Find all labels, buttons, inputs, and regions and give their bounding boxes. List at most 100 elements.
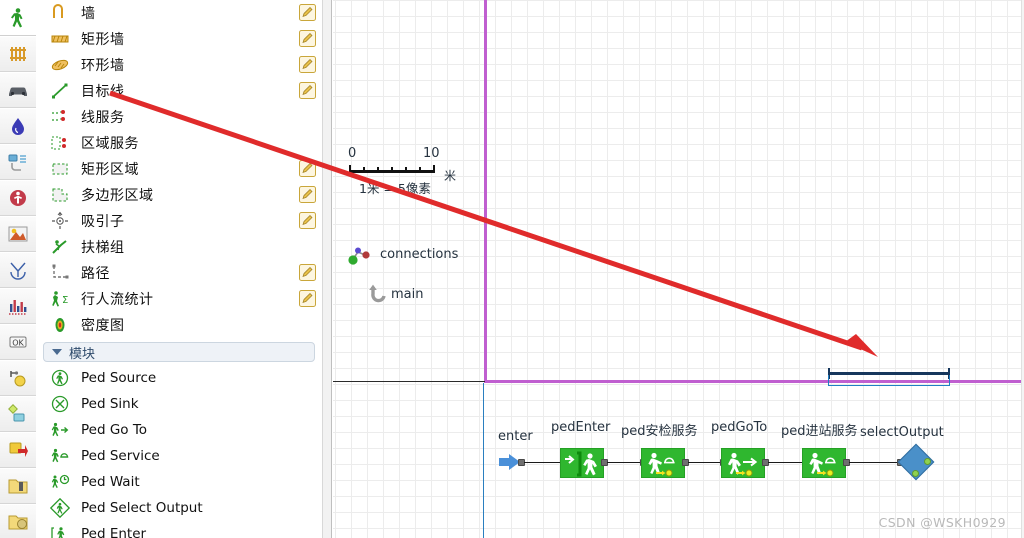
ped-service-node-icon <box>809 452 836 477</box>
edit-pencil-icon[interactable] <box>299 264 316 281</box>
ped-service-node-icon <box>648 452 675 477</box>
palette-item-label: 目标线 <box>81 84 125 100</box>
palette-item-ped-wait[interactable]: Ped Wait <box>36 469 322 495</box>
model-canvas[interactable]: 0 10 米 1米 = 5像素 connections main enter p… <box>333 0 1024 538</box>
palette-item-label: 矩形区域 <box>81 162 139 178</box>
toolbar-item-data[interactable] <box>0 396 36 432</box>
panel-splitter[interactable] <box>322 0 332 538</box>
palette-item-label: 墙 <box>81 6 96 22</box>
flow-port-out-2[interactable] <box>912 470 919 477</box>
target-line-icon <box>50 81 72 101</box>
toolbar-item-pedestrian[interactable] <box>0 0 36 36</box>
edit-pencil-icon[interactable] <box>299 30 316 47</box>
palette-item-wall[interactable]: 墙 <box>36 0 322 26</box>
ped-sink-icon <box>50 394 72 414</box>
toolbar-item-controls[interactable]: OK <box>0 324 36 360</box>
palette-item-label: Ped Source <box>81 370 157 386</box>
palette-item-polygon-area[interactable]: 多边形区域 <box>36 182 322 208</box>
wall-icon <box>50 3 72 23</box>
presentation-icon <box>8 226 28 242</box>
svg-text:Σ: Σ <box>62 295 68 306</box>
palette-item-path[interactable]: 路径 <box>36 260 322 286</box>
flow-port-out-1[interactable] <box>924 458 931 465</box>
palette-item-label: Ped Service <box>81 448 160 464</box>
palette-item-line-service[interactable]: 线服务 <box>36 104 322 130</box>
palette-item-ped-sink[interactable]: Ped Sink <box>36 391 322 417</box>
ped-go-to-icon <box>50 420 72 440</box>
palette-item-ring-wall[interactable]: 环形墙 <box>36 52 322 78</box>
target-line-segment[interactable] <box>828 385 950 386</box>
rect-wall-icon <box>50 29 72 49</box>
palette-item-ped-source[interactable]: Ped Source <box>36 365 322 391</box>
palette-item-attractor[interactable]: 吸引子 <box>36 208 322 234</box>
rect-area-icon <box>50 159 72 179</box>
escalator-group-icon <box>50 237 72 257</box>
palette-item-rect-wall[interactable]: 矩形墙 <box>36 26 322 52</box>
edit-pencil-icon[interactable] <box>299 186 316 203</box>
edit-pencil-icon[interactable] <box>299 290 316 307</box>
palette-item-ped-select-output[interactable]: Ped Select Output <box>36 495 322 521</box>
palette-item-ped-flow-statistics[interactable]: Σ 行人流统计 <box>36 286 322 312</box>
flow-node-ped-security-service[interactable] <box>641 448 685 478</box>
palette-item-ped-enter[interactable]: Ped Enter <box>36 521 322 538</box>
main-return-icon <box>369 284 386 303</box>
flow-node-label: pedGoTo <box>711 420 768 435</box>
palette-item-escalator-group[interactable]: 扶梯组 <box>36 234 322 260</box>
agent-icon <box>10 190 26 206</box>
level-line <box>333 381 485 382</box>
palette-item-label: 多边形区域 <box>81 188 154 204</box>
density-map-icon <box>50 315 72 335</box>
toolbar-item-space-markup[interactable] <box>0 252 36 288</box>
toolbar-item-connectivity[interactable] <box>0 360 36 396</box>
connectivity-icon <box>10 371 26 387</box>
toolbar-item-presentation[interactable] <box>0 216 36 252</box>
flow-node-ped-enter[interactable] <box>560 448 604 478</box>
palette-item-area-service[interactable]: 区域服务 <box>36 130 322 156</box>
toolbar-item-agent[interactable] <box>0 180 36 216</box>
ped-source-icon <box>50 368 72 388</box>
toolbar-item-fluid[interactable] <box>0 108 36 144</box>
toolbar-item-resource[interactable] <box>0 504 36 538</box>
rail-icon <box>10 47 26 61</box>
connections-icon <box>348 247 370 265</box>
flow-node-ped-go-to[interactable] <box>721 448 765 478</box>
toolbar-item-analysis[interactable] <box>0 288 36 324</box>
fluid-icon <box>12 118 24 135</box>
edit-pencil-icon[interactable] <box>299 4 316 21</box>
palette-item-rect-area[interactable]: 矩形区域 <box>36 156 322 182</box>
ped-service-icon <box>50 446 72 466</box>
canvas-shape-label: connections <box>380 246 459 262</box>
toolbar-item-material[interactable] <box>0 432 36 468</box>
toolbar-item-rail[interactable] <box>0 36 36 72</box>
palette-item-density-map[interactable]: 密度图 <box>36 312 322 338</box>
boundary-line-horizontal <box>484 380 1024 383</box>
flow-node-ped-station-service[interactable] <box>802 448 846 478</box>
wall-segment[interactable] <box>828 372 950 375</box>
edit-pencil-icon[interactable] <box>299 212 316 229</box>
material-icon <box>9 442 28 457</box>
palette-item-label: 环形墙 <box>81 58 125 74</box>
palette-item-ped-go-to[interactable]: Ped Go To <box>36 417 322 443</box>
level-guide-vertical <box>483 383 484 538</box>
flow-node-label: ped进站服务 <box>781 424 858 439</box>
palette-item-label: 行人流统计 <box>81 292 154 308</box>
palette-section-modules[interactable]: 模块 <box>43 342 315 362</box>
scale-unit-label: 米 <box>444 169 457 183</box>
palette-item-target-line[interactable]: 目标线 <box>36 78 322 104</box>
toolbar-item-road[interactable] <box>0 72 36 108</box>
ped-enter-node-icon <box>565 451 597 477</box>
area-service-icon <box>50 133 72 153</box>
ped-select-output-icon <box>49 497 72 519</box>
flow-node-label: pedEnter <box>551 420 611 435</box>
line-service-icon <box>50 107 72 127</box>
canvas-shape-connections[interactable]: connections <box>346 242 458 266</box>
canvas-shape-main[interactable]: main <box>367 283 423 305</box>
edit-pencil-icon[interactable] <box>299 160 316 177</box>
edit-pencil-icon[interactable] <box>299 82 316 99</box>
edit-pencil-icon[interactable] <box>299 56 316 73</box>
palette-item-ped-service[interactable]: Ped Service <box>36 443 322 469</box>
toolbar-item-process[interactable] <box>0 144 36 180</box>
ped-goto-node-icon <box>728 452 758 477</box>
ped-wait-icon <box>50 472 72 492</box>
toolbar-item-project[interactable] <box>0 468 36 504</box>
